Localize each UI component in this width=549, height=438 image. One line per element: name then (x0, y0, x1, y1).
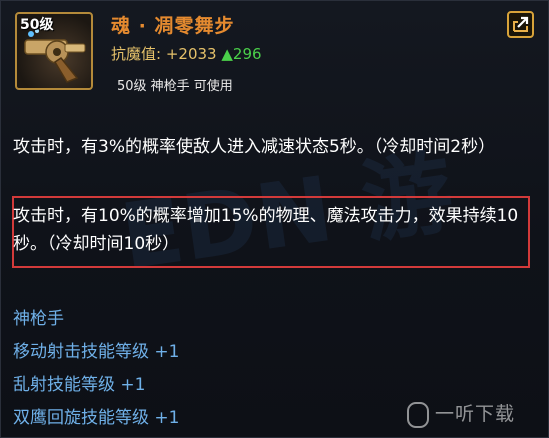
item-level-tag: 50级 (20, 17, 54, 33)
class-bonus-list: 神枪手 移动射击技能等级 +1 乱射技能等级 +1 双鹰回旋技能等级 +1 (13, 303, 179, 435)
watermark-logo-icon (407, 401, 429, 428)
effect-line-1: 攻击时，有3%的概率使敌人进入减速状态5秒。（冷却时间2秒） (13, 137, 496, 157)
stat-increase: ▲296 (221, 45, 262, 63)
bonus-item: 移动射击技能等级 +1 (13, 342, 180, 362)
effect-line-2: 攻击时，有10%的概率增加15%的物理、魔法攻击力，效果持续10秒。（冷却时间1… (13, 206, 519, 254)
bonus-item: 乱射技能等级 +1 (13, 375, 146, 395)
item-stat-line: 抗魔值: +2033 ▲296 (111, 43, 262, 64)
share-icon (513, 16, 529, 32)
watermark-label: 一听下载 (435, 403, 516, 425)
bonus-item: 双鹰回旋技能等级 +1 (13, 408, 180, 428)
stat-label: 抗魔值: (111, 45, 162, 63)
share-button[interactable] (507, 11, 534, 38)
stat-value: +2033 (165, 45, 217, 63)
bonus-class-name: 神枪手 (13, 309, 64, 329)
item-name: 魂 · 凋零舞步 (111, 15, 235, 37)
watermark-text: 一听下载 (407, 399, 515, 428)
item-requirement: 50级 神枪手 可使用 (117, 79, 233, 94)
item-tooltip-panel: EDN 游 50级 魂 · 凋零舞步 抗魔值: +2033 ▲296 50级 神… (0, 0, 549, 438)
